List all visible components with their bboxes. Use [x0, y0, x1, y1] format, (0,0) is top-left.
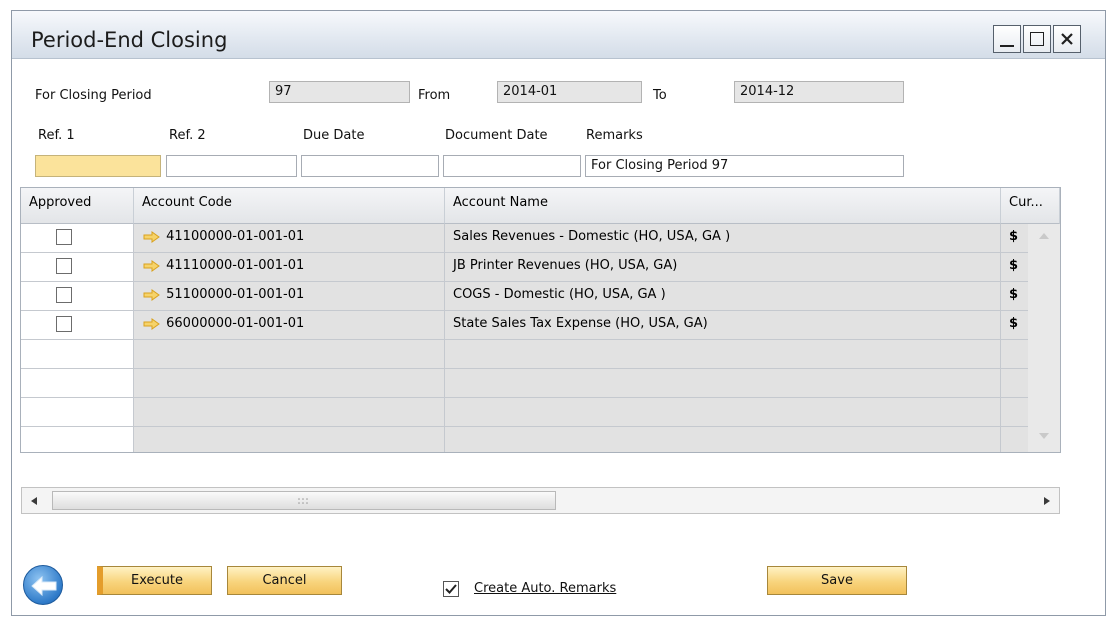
account-code-cell: 41100000-01-001-01 — [134, 224, 445, 252]
column-header-approved[interactable]: Approved — [21, 188, 134, 224]
scroll-up-icon[interactable] — [1038, 232, 1050, 240]
minimize-button[interactable] — [993, 25, 1021, 53]
execute-button[interactable]: Execute — [97, 566, 212, 595]
checkmark-icon — [445, 584, 457, 594]
ref2-input[interactable] — [166, 155, 297, 177]
column-header-currency[interactable]: Cur... — [1001, 188, 1060, 224]
cancel-button[interactable]: Cancel — [227, 566, 342, 595]
account-name-cell — [445, 340, 1001, 368]
back-arrow-icon — [31, 575, 57, 597]
approved-checkbox[interactable] — [56, 258, 72, 274]
empty-table-row[interactable] — [21, 398, 1060, 427]
window-title: Period-End Closing — [31, 28, 228, 52]
currency-cell: $ — [1001, 253, 1029, 281]
ref1-input[interactable] — [35, 155, 161, 177]
maximize-button[interactable] — [1023, 25, 1051, 53]
account-name-cell — [445, 369, 1001, 397]
account-code-cell — [134, 340, 445, 368]
account-name-cell: COGS - Domestic (HO, USA, GA ) — [445, 282, 1001, 310]
link-arrow-icon[interactable] — [142, 259, 162, 272]
currency-cell — [1001, 340, 1029, 368]
account-name-cell: State Sales Tax Expense (HO, USA, GA) — [445, 311, 1001, 339]
approved-cell — [21, 282, 134, 310]
from-field: 2014-01 — [497, 81, 642, 103]
ref2-label: Ref. 2 — [169, 128, 206, 143]
approved-cell — [21, 369, 134, 397]
ref1-label: Ref. 1 — [38, 128, 75, 143]
approved-cell — [21, 224, 134, 252]
maximize-icon — [1030, 32, 1044, 46]
approved-cell — [21, 398, 134, 426]
account-code: 41110000-01-001-01 — [166, 258, 305, 273]
remarks-input[interactable]: For Closing Period 97 — [585, 155, 904, 177]
account-code: 41100000-01-001-01 — [166, 229, 305, 244]
account-code-cell — [134, 398, 445, 426]
account-name-cell: JB Printer Revenues (HO, USA, GA) — [445, 253, 1001, 281]
due-date-label: Due Date — [303, 128, 365, 143]
approved-checkbox[interactable] — [56, 287, 72, 303]
column-header-account-name[interactable]: Account Name — [445, 188, 1001, 224]
account-code: 51100000-01-001-01 — [166, 287, 305, 302]
column-header-account-code[interactable]: Account Code — [134, 188, 445, 224]
table-row[interactable]: 66000000-01-001-01 State Sales Tax Expen… — [21, 311, 1060, 340]
create-auto-remarks-checkbox[interactable] — [443, 581, 459, 597]
currency-cell — [1001, 369, 1029, 397]
currency-cell: $ — [1001, 311, 1029, 339]
approved-checkbox[interactable] — [56, 316, 72, 332]
table-row[interactable]: 41110000-01-001-01 JB Printer Revenues (… — [21, 253, 1060, 282]
remarks-label: Remarks — [586, 128, 643, 143]
accounts-grid: Approved Account Code Account Name Cur..… — [20, 187, 1061, 453]
table-row[interactable]: 41100000-01-001-01 Sales Revenues - Dome… — [21, 224, 1060, 253]
account-name-cell: Sales Revenues - Domestic (HO, USA, GA ) — [445, 224, 1001, 252]
vertical-scrollbar[interactable] — [1028, 224, 1060, 452]
account-code-cell: 66000000-01-001-01 — [134, 311, 445, 339]
link-arrow-icon[interactable] — [142, 230, 162, 243]
account-code-cell: 41110000-01-001-01 — [134, 253, 445, 281]
from-label: From — [418, 88, 451, 103]
empty-table-row[interactable] — [21, 340, 1060, 369]
account-name-cell — [445, 398, 1001, 426]
to-field: 2014-12 — [734, 81, 904, 103]
due-date-input[interactable] — [301, 155, 439, 177]
approved-cell — [21, 253, 134, 281]
approved-cell — [21, 340, 134, 368]
save-button[interactable]: Save — [767, 566, 907, 595]
account-code-cell — [134, 427, 445, 452]
for-closing-period-field: 97 — [269, 81, 410, 103]
scroll-right-icon[interactable] — [1043, 496, 1051, 506]
close-button[interactable] — [1053, 25, 1081, 53]
title-bar[interactable]: Period-End Closing — [12, 11, 1105, 59]
approved-cell — [21, 427, 134, 452]
account-code: 66000000-01-001-01 — [166, 316, 305, 331]
link-arrow-icon[interactable] — [142, 317, 162, 330]
empty-table-row[interactable] — [21, 427, 1060, 452]
currency-cell: $ — [1001, 282, 1029, 310]
table-row[interactable]: 51100000-01-001-01 COGS - Domestic (HO, … — [21, 282, 1060, 311]
approved-checkbox[interactable] — [56, 229, 72, 245]
currency-cell: $ — [1001, 224, 1029, 252]
empty-table-row[interactable] — [21, 369, 1060, 398]
currency-cell — [1001, 427, 1029, 452]
to-label: To — [653, 88, 667, 103]
minimize-icon — [1000, 45, 1014, 47]
scroll-left-icon[interactable] — [30, 496, 38, 506]
link-arrow-icon[interactable] — [142, 288, 162, 301]
document-date-input[interactable] — [443, 155, 581, 177]
account-code-cell — [134, 369, 445, 397]
for-closing-period-label: For Closing Period — [35, 88, 152, 103]
back-button[interactable] — [23, 565, 63, 605]
document-date-label: Document Date — [445, 128, 548, 143]
currency-cell — [1001, 398, 1029, 426]
horizontal-scrollbar[interactable] — [21, 487, 1060, 514]
account-code-cell: 51100000-01-001-01 — [134, 282, 445, 310]
horizontal-scroll-thumb[interactable] — [52, 491, 556, 510]
grip-icon — [298, 498, 308, 504]
close-icon — [1061, 33, 1073, 45]
scroll-down-icon[interactable] — [1038, 432, 1050, 440]
approved-cell — [21, 311, 134, 339]
account-name-cell — [445, 427, 1001, 452]
create-auto-remarks-label[interactable]: Create Auto. Remarks — [474, 581, 616, 596]
